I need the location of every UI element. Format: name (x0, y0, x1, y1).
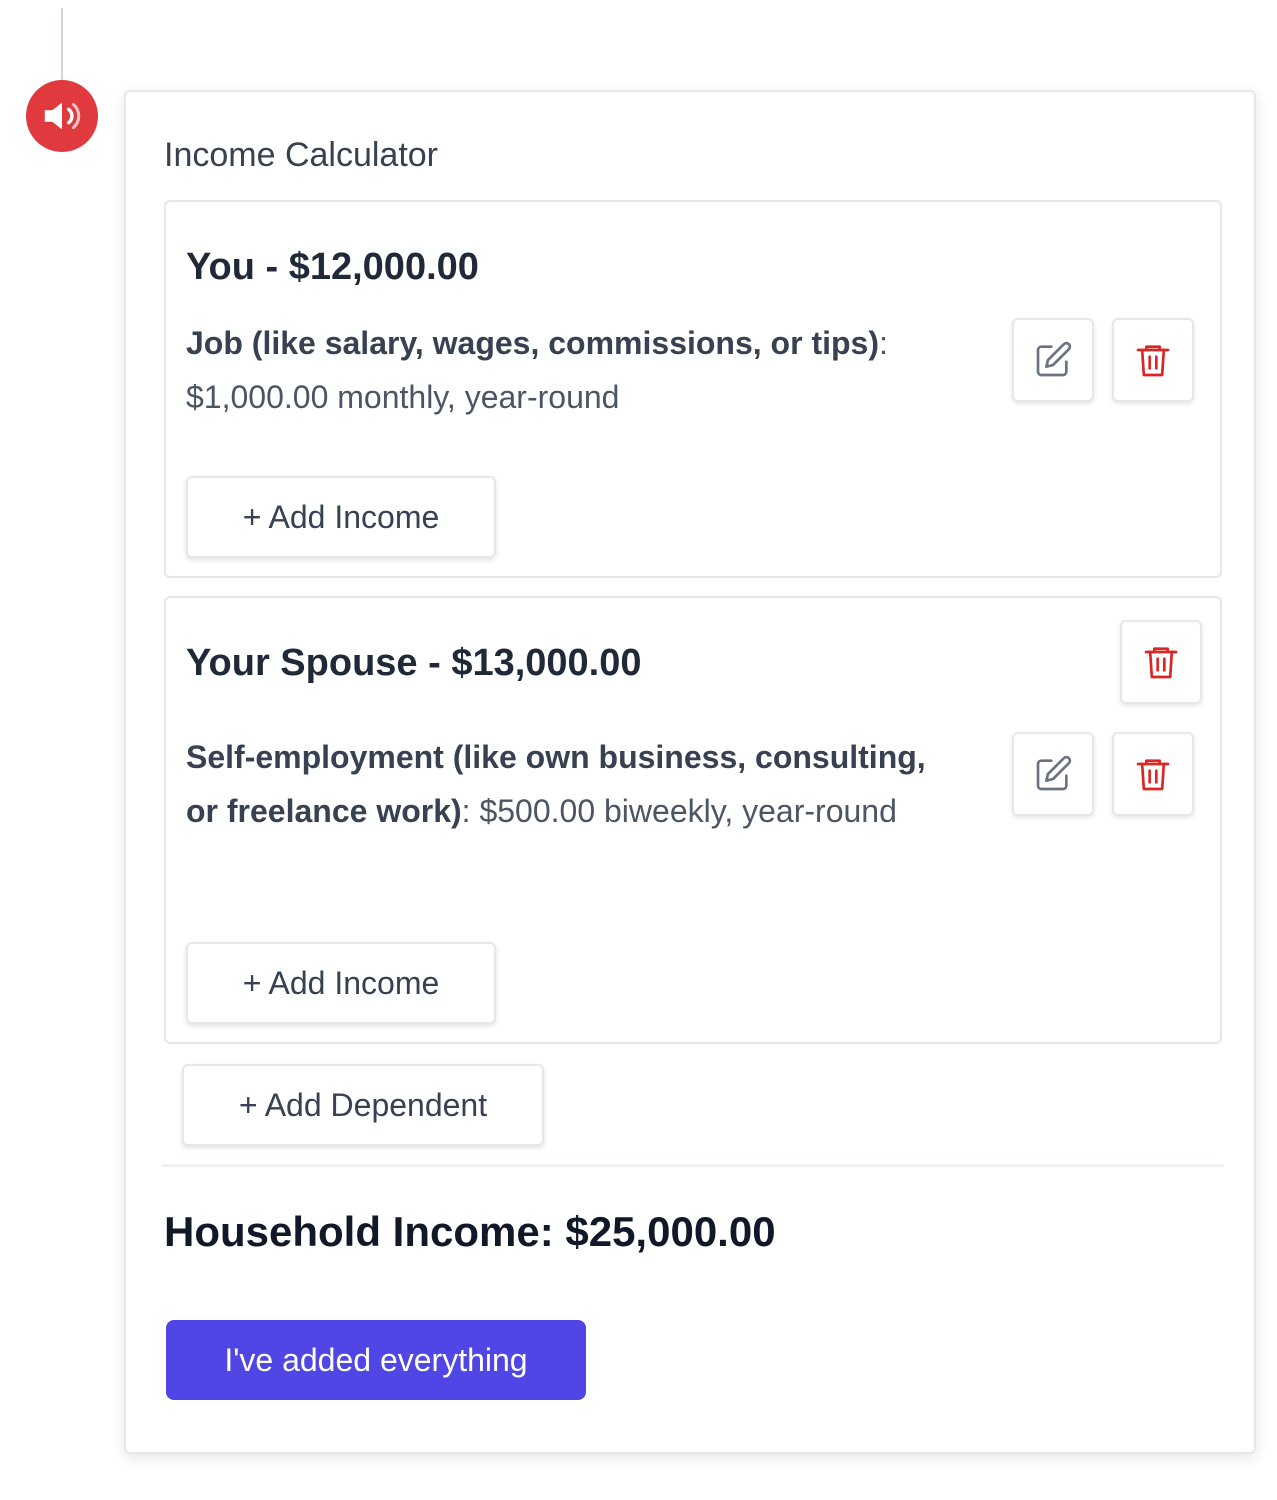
person-heading: You - $12,000.00 (186, 246, 479, 288)
speaker-icon (44, 102, 81, 130)
add-income-button[interactable]: + Add Income (186, 476, 496, 558)
edit-income-button[interactable] (1012, 318, 1094, 402)
speaker-avatar[interactable] (26, 80, 98, 152)
person-you: You - $12,000.00 Job (like salary, wages… (164, 200, 1222, 578)
edit-icon (1036, 341, 1072, 377)
person-spouse: Your Spouse - $13,000.00 Self-employment… (164, 596, 1222, 1044)
edit-income-button[interactable] (1012, 732, 1094, 816)
timeline-line (61, 8, 63, 84)
income-entry: Self-employment (like own business, cons… (186, 730, 926, 838)
delete-person-button[interactable] (1120, 620, 1202, 704)
income-detail: : $500.00 biweekly, year-round (461, 793, 897, 829)
add-dependent-button[interactable]: + Add Dependent (182, 1064, 544, 1146)
edit-icon (1036, 755, 1072, 791)
card-title: Income Calculator (164, 136, 439, 174)
add-income-button[interactable]: + Add Income (186, 942, 496, 1024)
divider (162, 1164, 1224, 1167)
trash-icon (1144, 647, 1178, 679)
trash-icon (1136, 759, 1170, 791)
income-calculator-card: Income Calculator You - $12,000.00 Job (… (124, 90, 1256, 1454)
income-entry: Job (like salary, wages, commissions, or… (186, 316, 926, 424)
added-everything-button[interactable]: I've added everything (166, 1320, 586, 1400)
delete-income-button[interactable] (1112, 732, 1194, 816)
trash-icon (1136, 345, 1170, 377)
delete-income-button[interactable] (1112, 318, 1194, 402)
household-income-total: Household Income: $25,000.00 (164, 1208, 776, 1255)
person-heading: Your Spouse - $13,000.00 (186, 642, 642, 684)
income-type: Job (like salary, wages, commissions, or… (186, 325, 879, 361)
